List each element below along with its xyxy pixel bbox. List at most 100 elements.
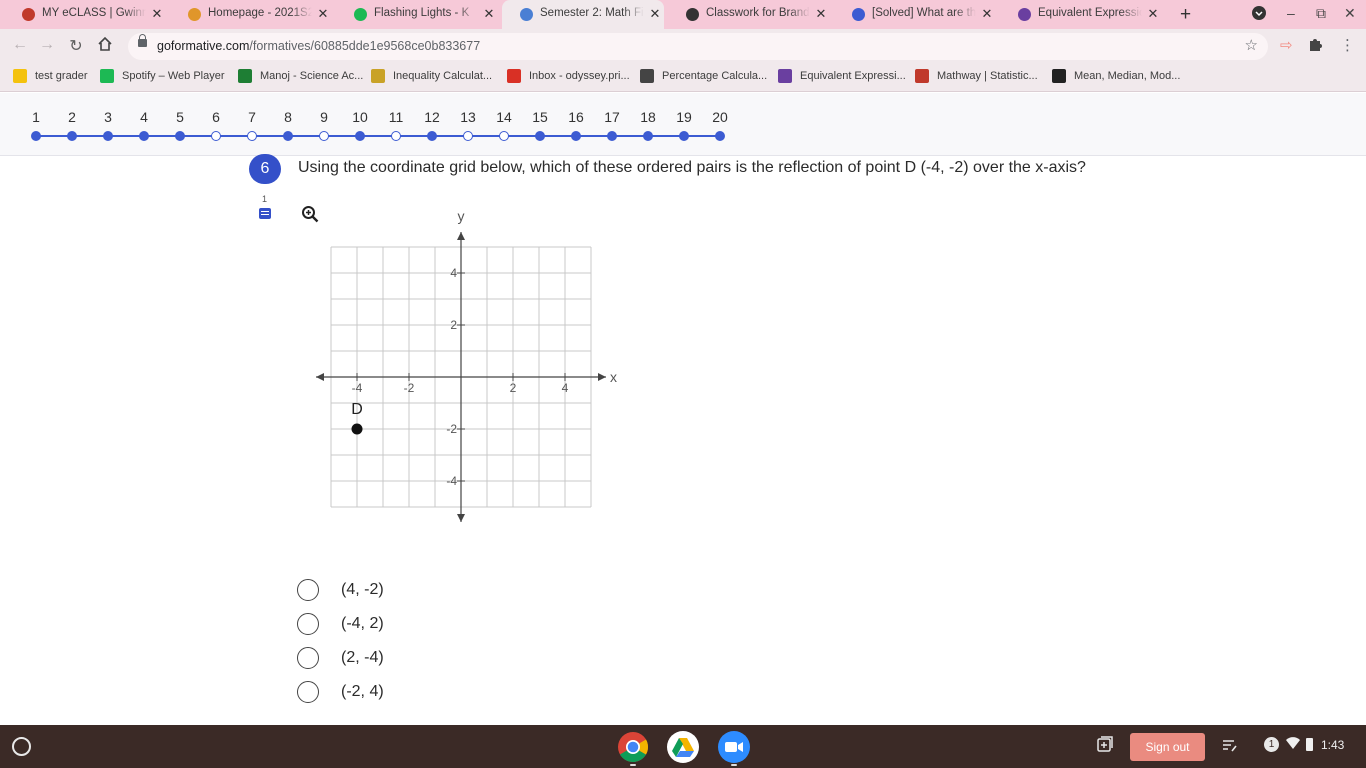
reload-icon[interactable]: ↻ <box>66 36 86 56</box>
question-nav-number[interactable]: 2 <box>60 109 84 125</box>
browser-menu-icon[interactable]: ⋮ <box>1340 36 1355 54</box>
close-tab-icon[interactable]: ✕ <box>980 6 994 22</box>
browser-tab[interactable]: Flashing Lights - K ✕ <box>336 0 498 29</box>
question-answered-dot[interactable] <box>103 131 113 141</box>
question-answered-dot[interactable] <box>67 131 77 141</box>
question-answered-dot[interactable] <box>679 131 689 141</box>
question-answered-dot[interactable] <box>175 131 185 141</box>
browser-tab[interactable]: Semester 2: Math Fina ✕ <box>502 0 664 29</box>
question-nav-number[interactable]: 15 <box>528 109 552 125</box>
answer-choice[interactable]: (4, -2) <box>297 578 384 602</box>
question-answered-dot[interactable] <box>139 131 149 141</box>
question-unanswered-dot[interactable] <box>391 131 401 141</box>
question-nav-number[interactable]: 3 <box>96 109 120 125</box>
chrome-app-icon[interactable] <box>617 731 649 763</box>
bookmark-item[interactable]: Equivalent Expressi... <box>778 69 906 83</box>
question-answered-dot[interactable] <box>643 131 653 141</box>
tab-title: MY eCLASS | Gwinnett <box>42 7 146 19</box>
bookmark-item[interactable]: Spotify – Web Player <box>100 69 225 83</box>
restore-icon[interactable]: ⧉ <box>1316 5 1326 22</box>
bookmark-item[interactable]: Inequality Calculat... <box>371 69 492 83</box>
byjus-icon <box>1018 8 1031 21</box>
bookmark-star-icon[interactable]: ☆ <box>1245 36 1258 54</box>
question-nav-number[interactable]: 10 <box>348 109 372 125</box>
bookmark-item[interactable]: Mean, Median, Mod... <box>1052 69 1180 83</box>
question-answered-dot[interactable] <box>355 131 365 141</box>
question-nav-number[interactable]: 5 <box>168 109 192 125</box>
answer-radio[interactable] <box>297 613 319 635</box>
question-answered-dot[interactable] <box>427 131 437 141</box>
question-nav-number[interactable]: 9 <box>312 109 336 125</box>
close-tab-icon[interactable]: ✕ <box>648 6 662 22</box>
new-tab-button[interactable]: + <box>1180 4 1191 26</box>
question-nav-number[interactable]: 13 <box>456 109 480 125</box>
answer-choice[interactable]: (-4, 2) <box>297 612 384 636</box>
address-bar[interactable]: goformative.com/formatives/60885dde1e956… <box>128 33 1268 60</box>
bookmark-item[interactable]: Mathway | Statistic... <box>915 69 1038 83</box>
close-tab-icon[interactable]: ✕ <box>482 6 496 22</box>
question-answered-dot[interactable] <box>715 131 725 141</box>
question-nav-number[interactable]: 11 <box>384 109 408 125</box>
browser-tab[interactable]: Homepage - 2021S2 E ✕ <box>170 0 332 29</box>
home-icon[interactable] <box>95 36 115 57</box>
close-tab-icon[interactable]: ✕ <box>1146 6 1160 22</box>
question-nav-number[interactable]: 18 <box>636 109 660 125</box>
question-unanswered-dot[interactable] <box>247 131 257 141</box>
browser-tab[interactable]: MY eCLASS | Gwinnett ✕ <box>4 0 166 29</box>
question-answered-dot[interactable] <box>535 131 545 141</box>
answer-choice[interactable]: (-2, 4) <box>297 680 384 704</box>
browser-tab[interactable]: Equivalent Expression ✕ <box>1000 0 1162 29</box>
question-answered-dot[interactable] <box>571 131 581 141</box>
sigma-icon <box>1052 69 1066 83</box>
comment-icon[interactable] <box>259 208 271 219</box>
bookmark-item[interactable]: test grader <box>13 69 88 83</box>
tab-search-icon[interactable] <box>1252 6 1266 23</box>
tote-icon[interactable] <box>1097 736 1113 755</box>
answer-radio[interactable] <box>297 681 319 703</box>
notification-badge[interactable]: 1 <box>1264 737 1279 752</box>
stylus-tools-icon[interactable] <box>1221 737 1237 756</box>
question-nav-number[interactable]: 4 <box>132 109 156 125</box>
extensions-puzzle-icon[interactable] <box>1308 37 1323 56</box>
question-number-badge: 6 <box>249 154 281 184</box>
question-answered-dot[interactable] <box>283 131 293 141</box>
question-unanswered-dot[interactable] <box>319 131 329 141</box>
bookmark-item[interactable]: Manoj - Science Ac... <box>238 69 363 83</box>
answer-radio[interactable] <box>297 647 319 669</box>
question-nav-number[interactable]: 14 <box>492 109 516 125</box>
close-tab-icon[interactable]: ✕ <box>316 6 330 22</box>
question-unanswered-dot[interactable] <box>463 131 473 141</box>
question-nav-number[interactable]: 8 <box>276 109 300 125</box>
bookmark-label: Spotify – Web Player <box>122 70 225 82</box>
answer-radio[interactable] <box>297 579 319 601</box>
question-nav-number[interactable]: 1 <box>24 109 48 125</box>
browser-tab[interactable]: [Solved] What are the ✕ <box>834 0 996 29</box>
close-window-icon[interactable]: ✕ <box>1344 5 1356 22</box>
status-area[interactable]: 1 1:43 <box>1264 737 1344 752</box>
bookmark-item[interactable]: Inbox - odyssey.pri... <box>507 69 630 83</box>
forward-icon[interactable]: → <box>37 36 57 54</box>
back-icon[interactable]: ← <box>10 36 30 54</box>
question-nav-number[interactable]: 16 <box>564 109 588 125</box>
question-nav-number[interactable]: 6 <box>204 109 228 125</box>
question-answered-dot[interactable] <box>607 131 617 141</box>
question-nav-number[interactable]: 17 <box>600 109 624 125</box>
minimize-icon[interactable]: – <box>1287 5 1295 21</box>
bookmark-item[interactable]: Percentage Calcula... <box>640 69 767 83</box>
question-unanswered-dot[interactable] <box>499 131 509 141</box>
question-nav-number[interactable]: 12 <box>420 109 444 125</box>
browser-tab[interactable]: Classwork for Brande ✕ <box>668 0 830 29</box>
close-tab-icon[interactable]: ✕ <box>814 6 828 22</box>
question-nav-number[interactable]: 20 <box>708 109 732 125</box>
question-nav-number[interactable]: 7 <box>240 109 264 125</box>
sign-out-button[interactable]: Sign out <box>1130 733 1205 761</box>
close-tab-icon[interactable]: ✕ <box>150 6 164 22</box>
launcher-icon[interactable] <box>12 737 31 756</box>
question-answered-dot[interactable] <box>31 131 41 141</box>
zoom-app-icon[interactable] <box>718 731 750 763</box>
question-unanswered-dot[interactable] <box>211 131 221 141</box>
google-drive-icon[interactable] <box>667 731 699 763</box>
answer-choice[interactable]: (2, -4) <box>297 646 384 670</box>
question-nav-number[interactable]: 19 <box>672 109 696 125</box>
extension-icon[interactable]: ⇨ <box>1280 36 1293 54</box>
